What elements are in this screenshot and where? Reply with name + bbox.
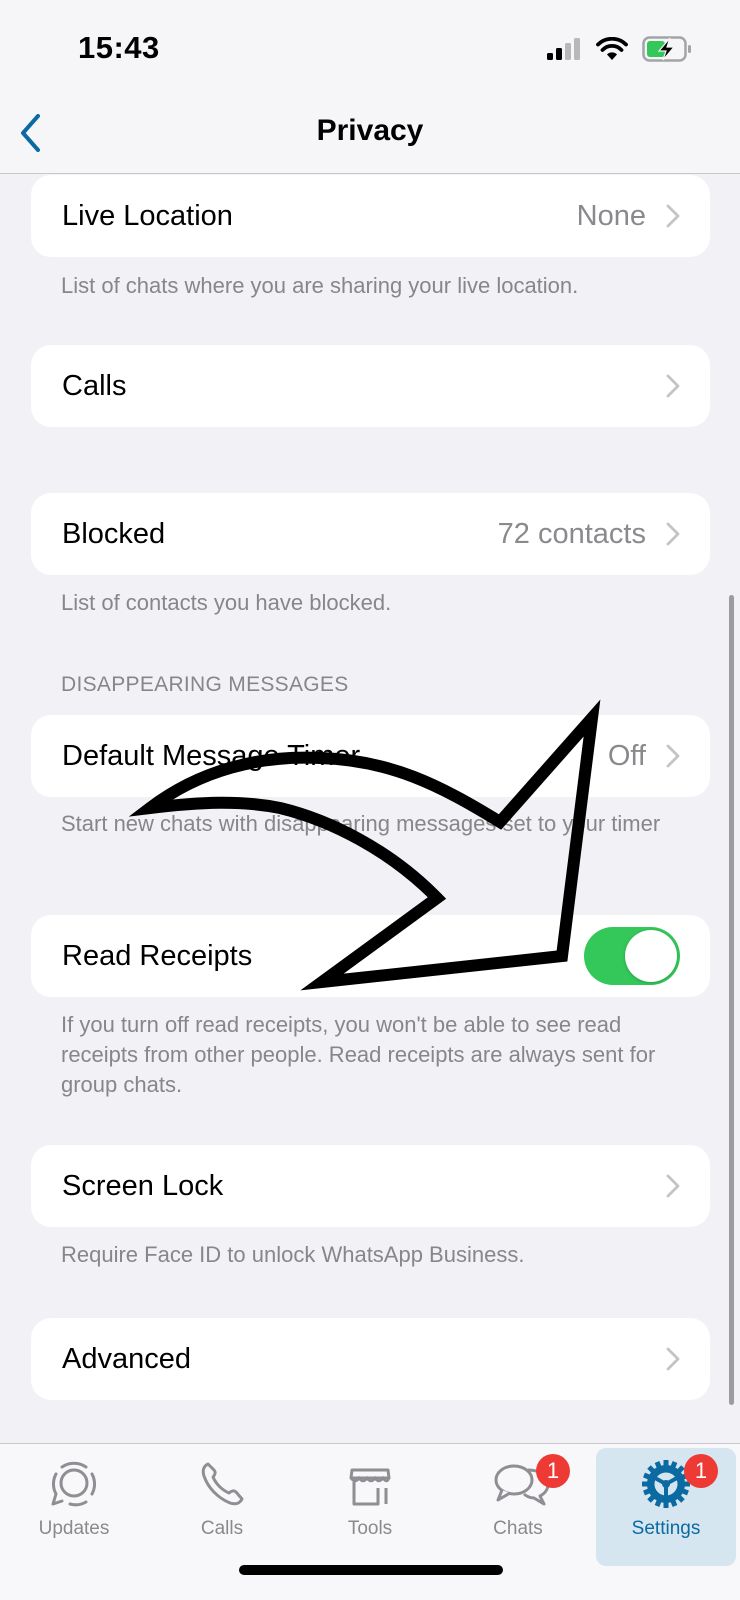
live-location-value: None	[576, 199, 646, 232]
blocked-footer: List of contacts you have blocked.	[61, 590, 392, 615]
chevron-right-icon	[666, 204, 680, 228]
tab-tools[interactable]: Tools	[296, 1448, 444, 1566]
default-message-timer-value: Off	[607, 739, 646, 772]
privacy-settings-list: Live Location None List of chats where y…	[0, 175, 740, 1443]
live-location-footer: List of chats where you are sharing your…	[61, 273, 579, 298]
tab-label: Chats	[493, 1518, 543, 1539]
tab-settings[interactable]: 1 Settings	[596, 1448, 736, 1566]
blocked-label: Blocked	[62, 517, 166, 550]
advanced-row[interactable]: Advanced	[31, 1318, 710, 1400]
disappearing-messages-header: DISAPPEARING MESSAGES	[61, 673, 349, 696]
tab-label: Updates	[38, 1518, 110, 1539]
live-location-label: Live Location	[62, 199, 233, 232]
battery-charging-icon	[642, 36, 691, 62]
chevron-right-icon	[666, 374, 680, 398]
cellular-signal-icon	[547, 38, 580, 60]
tab-calls[interactable]: Calls	[148, 1448, 296, 1566]
home-indicator[interactable]	[239, 1565, 503, 1575]
screen-lock-row[interactable]: Screen Lock	[31, 1145, 710, 1227]
phone-icon	[201, 1462, 244, 1506]
navigation-bar: Privacy	[0, 96, 740, 174]
page-title: Privacy	[316, 114, 424, 147]
read-receipts-footer: If you turn off read receipts, you won't…	[61, 1012, 656, 1097]
tab-label: Settings	[631, 1518, 701, 1539]
read-receipts-toggle[interactable]	[584, 927, 680, 985]
screen-lock-label: Screen Lock	[62, 1169, 224, 1202]
live-location-row[interactable]: Live Location None	[31, 175, 710, 257]
chats-badge: 1	[536, 1454, 570, 1488]
default-message-timer-row[interactable]: Default Message Timer Off	[31, 715, 710, 797]
updates-icon	[51, 1461, 97, 1507]
tab-updates[interactable]: Updates	[0, 1448, 148, 1566]
default-message-timer-label: Default Message Timer	[62, 739, 361, 772]
tab-label: Calls	[200, 1518, 244, 1539]
chevron-right-icon	[666, 1174, 680, 1198]
blocked-value: 72 contacts	[497, 517, 646, 550]
tab-chats[interactable]: 1 Chats	[444, 1448, 592, 1566]
read-receipts-row: Read Receipts	[31, 915, 710, 997]
tab-label: Tools	[347, 1518, 393, 1539]
screen-lock-footer: Require Face ID to unlock WhatsApp Busin…	[61, 1242, 525, 1267]
settings-badge: 1	[684, 1454, 718, 1488]
chevron-right-icon	[666, 744, 680, 768]
calls-label: Calls	[62, 369, 127, 402]
read-receipts-label: Read Receipts	[62, 939, 253, 972]
toggle-knob	[625, 930, 677, 982]
status-icons	[546, 36, 692, 62]
status-time: 15:43	[78, 30, 160, 65]
chevron-right-icon	[666, 1347, 680, 1371]
wifi-icon	[596, 37, 628, 60]
chevron-right-icon	[666, 522, 680, 546]
calls-row[interactable]: Calls	[31, 345, 710, 427]
scrollbar[interactable]	[729, 595, 734, 1405]
default-message-timer-footer: Start new chats with disappearing messag…	[61, 811, 661, 836]
tab-bar: Updates Calls Tools 1 Chats 1 Settings	[0, 1443, 740, 1600]
status-bar: 15:43	[0, 0, 740, 96]
blocked-row[interactable]: Blocked 72 contacts	[31, 493, 710, 575]
storefront-icon	[349, 1468, 391, 1506]
advanced-label: Advanced	[62, 1342, 191, 1375]
